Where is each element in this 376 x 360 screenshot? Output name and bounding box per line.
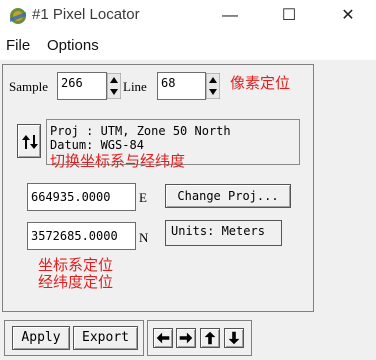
sample-label: Sample [9, 79, 48, 94]
annotation-switch-system: 切换坐标系与经纬度 [50, 152, 186, 170]
northing-label: N [139, 230, 149, 245]
line-input[interactable]: 68 [157, 72, 206, 100]
menu-options[interactable]: Options [47, 37, 99, 54]
annotation-latlon-locate: 经纬度定位 [38, 273, 114, 291]
easting-input[interactable]: 664935.0000 [27, 183, 136, 211]
sample-spinner[interactable] [107, 73, 121, 99]
northing-input[interactable]: 3572685.0000 [27, 222, 136, 250]
navigation-button-group [147, 320, 252, 356]
arrow-right-icon[interactable] [176, 328, 196, 348]
menu-bar: File Options [0, 32, 376, 60]
arrow-up-icon[interactable] [200, 328, 220, 348]
change-projection-button[interactable]: Change Proj... [165, 184, 291, 208]
title-bar: #1 Pixel Locator — ☐ ✕ [0, 0, 376, 32]
minimize-button[interactable]: — [216, 4, 244, 28]
sample-input[interactable]: 266 [57, 72, 107, 100]
maximize-button[interactable]: ☐ [275, 4, 303, 28]
line-spinner[interactable] [206, 73, 220, 99]
annotation-pixel-locate: 像素定位 [230, 74, 291, 92]
swap-arrows-icon [22, 135, 38, 149]
projection-text: Proj : UTM, Zone 50 North [50, 124, 231, 138]
action-button-group: Apply Export [4, 320, 144, 356]
apply-button[interactable]: Apply [12, 326, 70, 350]
close-button[interactable]: ✕ [334, 4, 362, 28]
export-button[interactable]: Export [73, 326, 138, 350]
arrow-down-icon[interactable] [224, 328, 244, 348]
arrow-left-icon[interactable] [153, 328, 173, 348]
menu-file[interactable]: File [6, 37, 30, 54]
pixel-locator-app-icon [10, 8, 26, 24]
easting-label: E [139, 190, 147, 205]
window-title: #1 Pixel Locator [32, 6, 140, 23]
swap-projection-button[interactable] [17, 124, 41, 158]
units-display: Units: Meters [165, 220, 282, 246]
line-label: Line [123, 79, 147, 94]
